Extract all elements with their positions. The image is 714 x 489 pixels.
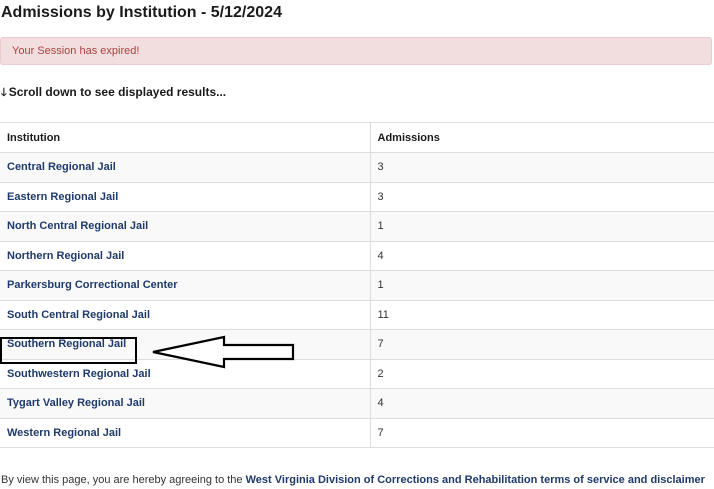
institution-link-north-central-regional-jail[interactable]: North Central Regional Jail	[7, 220, 148, 232]
institution-link-eastern-regional-jail[interactable]: Eastern Regional Jail	[7, 191, 118, 203]
admissions-count: 1	[370, 211, 714, 242]
column-header-admissions: Admissions	[370, 122, 714, 153]
admissions-count: 7	[370, 329, 714, 360]
institution-link-western-regional-jail[interactable]: Western Regional Jail	[7, 427, 121, 439]
admissions-count: 3	[370, 181, 714, 212]
table-row: North Central Regional Jail 1	[0, 211, 714, 242]
admissions-count: 7	[370, 417, 714, 448]
footer-disclaimer: By view this page, you are hereby agreei…	[1, 474, 705, 486]
institution-link-parkersburg-correctional-center[interactable]: Parkersburg Correctional Center	[7, 279, 178, 291]
admissions-count: 1	[370, 270, 714, 301]
alert-message: Your Session has expired!	[12, 45, 140, 57]
institution-link-northern-regional-jail[interactable]: Northern Regional Jail	[7, 250, 124, 262]
session-expired-alert: Your Session has expired!	[0, 37, 712, 65]
table-row: Western Regional Jail 7	[0, 417, 714, 448]
table-header-row: Institution Admissions	[0, 122, 714, 153]
admissions-count: 4	[370, 388, 714, 419]
table-row: Southwestern Regional Jail 2	[0, 358, 714, 389]
admissions-count: 11	[370, 299, 714, 330]
table-row: Eastern Regional Jail 3	[0, 181, 714, 212]
page-title: Admissions by Institution - 5/12/2024	[1, 4, 282, 21]
institution-link-central-regional-jail[interactable]: Central Regional Jail	[7, 161, 116, 173]
table-row: South Central Regional Jail 11	[0, 299, 714, 330]
institution-link-southwestern-regional-jail[interactable]: Southwestern Regional Jail	[7, 368, 151, 380]
admissions-count: 3	[370, 152, 714, 183]
table-row: Parkersburg Correctional Center 1	[0, 270, 714, 301]
table-row: Southern Regional Jail 7	[0, 329, 714, 360]
terms-of-service-link[interactable]: West Virginia Division of Corrections an…	[246, 474, 705, 486]
scroll-hint-text: Scroll down to see displayed results...	[8, 85, 227, 99]
arrow-down-icon: 🡓	[1, 87, 7, 99]
column-header-institution: Institution	[0, 122, 371, 153]
admissions-count: 4	[370, 240, 714, 271]
admissions-table: Institution Admissions Central Regional …	[0, 122, 714, 448]
table-row: Northern Regional Jail 4	[0, 240, 714, 271]
table-row: Tygart Valley Regional Jail 4	[0, 388, 714, 419]
scroll-hint: 🡓 Scroll down to see displayed results...	[1, 84, 226, 103]
admissions-count: 2	[370, 358, 714, 389]
institution-link-tygart-valley-regional-jail[interactable]: Tygart Valley Regional Jail	[7, 397, 145, 409]
table-row: Central Regional Jail 3	[0, 152, 714, 183]
institution-link-southern-regional-jail[interactable]: Southern Regional Jail	[7, 338, 126, 350]
institution-link-south-central-regional-jail[interactable]: South Central Regional Jail	[7, 309, 150, 321]
footer-prefix: By view this page, you are hereby agreei…	[1, 474, 246, 486]
